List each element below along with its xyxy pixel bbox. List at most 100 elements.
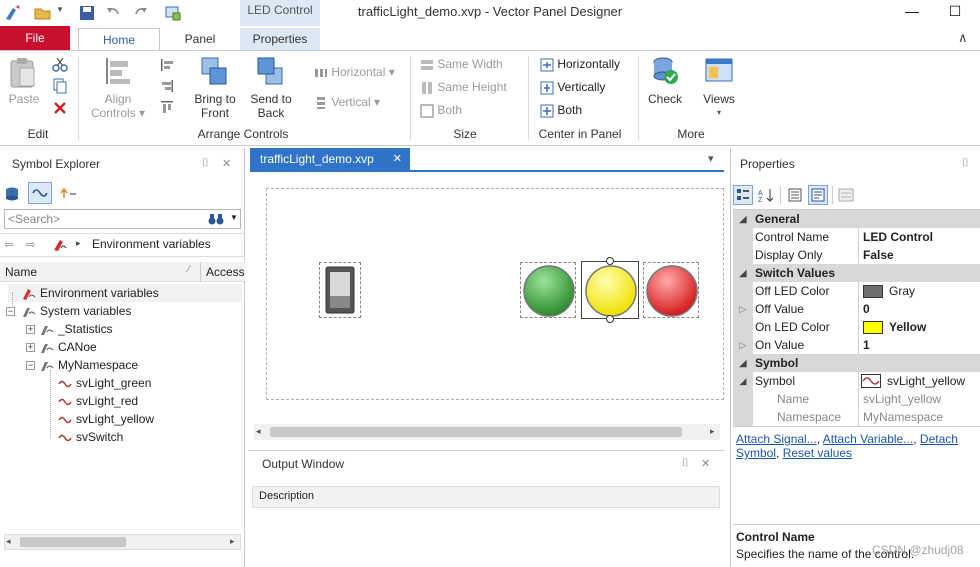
tree-item-canoe[interactable]: CANoe bbox=[40, 338, 97, 356]
database-icon[interactable] bbox=[4, 186, 20, 202]
same-size-both-button[interactable]: Both bbox=[420, 102, 462, 118]
close-panel-button[interactable]: ✕ bbox=[222, 157, 231, 170]
same-width-button[interactable]: Same Width bbox=[420, 56, 503, 72]
tree-item-mynamespace[interactable]: MyNamespace bbox=[40, 356, 138, 374]
expand-row-icon[interactable]: ▷ bbox=[733, 300, 753, 318]
cut-icon[interactable] bbox=[52, 56, 68, 72]
back-icon[interactable]: ⇦ bbox=[4, 238, 13, 251]
led-control-green[interactable] bbox=[520, 262, 576, 318]
binoculars-icon[interactable] bbox=[208, 212, 224, 226]
expand-toggle-icon[interactable]: + bbox=[26, 325, 35, 334]
breadcrumb-item[interactable]: Environment variables bbox=[92, 237, 211, 251]
align-controls-icon[interactable] bbox=[104, 56, 132, 86]
property-row-control-name[interactable]: Control Name LED Control bbox=[733, 228, 980, 246]
tab-panel[interactable]: Panel bbox=[164, 28, 236, 50]
vertical-spacing-button[interactable]: Vertical ▾ bbox=[314, 94, 380, 110]
property-row-display-only[interactable]: Display Only False bbox=[733, 246, 980, 264]
tab-properties[interactable]: Properties bbox=[240, 28, 320, 50]
property-value[interactable]: Gray bbox=[889, 282, 915, 300]
property-value[interactable]: 0 bbox=[863, 300, 870, 318]
views-icon[interactable] bbox=[704, 56, 734, 86]
pin-icon[interactable]: ⌷ bbox=[202, 157, 209, 170]
property-row-off-value[interactable]: ▷ Off Value 0 bbox=[733, 300, 980, 318]
resize-handle-bottom[interactable] bbox=[606, 315, 614, 323]
resize-handle-top[interactable] bbox=[606, 257, 614, 265]
category-switch-values[interactable]: ◢ Switch Values bbox=[733, 264, 980, 282]
center-horizontally-button[interactable]: Horizontally bbox=[540, 56, 620, 72]
expand-row-icon[interactable]: ▷ bbox=[733, 336, 753, 354]
collapse-category-icon[interactable]: ◢ bbox=[733, 264, 753, 282]
document-tab[interactable]: trafficLight_demo.xvp ✕ bbox=[250, 148, 410, 170]
attach-signal-link[interactable]: Attach Signal... bbox=[736, 432, 817, 446]
redo-icon[interactable] bbox=[132, 4, 150, 22]
system-variables-filter-button[interactable] bbox=[28, 182, 52, 204]
tree-item-svlight-red[interactable]: svLight_red bbox=[58, 392, 138, 410]
scroll-thumb[interactable] bbox=[270, 427, 682, 437]
events-icon[interactable] bbox=[838, 188, 854, 202]
property-row-off-led-color[interactable]: Off LED Color Gray bbox=[733, 282, 980, 300]
collapse-toggle-icon[interactable]: − bbox=[26, 361, 35, 370]
search-dropdown-icon[interactable]: ▼ bbox=[230, 213, 238, 222]
center-both-button[interactable]: Both bbox=[540, 102, 582, 118]
property-row-on-value[interactable]: ▷ On Value 1 bbox=[733, 336, 980, 354]
paste-button[interactable] bbox=[8, 56, 38, 88]
tree-item-statistics[interactable]: _Statistics bbox=[40, 320, 113, 338]
properties-view-button[interactable] bbox=[808, 185, 828, 205]
expand-toggle-icon[interactable]: + bbox=[26, 343, 35, 352]
align-controls-button[interactable]: Align Controls ▾ bbox=[86, 92, 150, 120]
scroll-right-icon[interactable]: ▸ bbox=[710, 426, 715, 437]
property-value[interactable]: 1 bbox=[863, 336, 870, 354]
check-icon[interactable] bbox=[650, 56, 680, 86]
alphabetical-sort-icon[interactable]: AZ bbox=[758, 187, 776, 203]
close-panel-button[interactable]: ✕ bbox=[701, 457, 710, 470]
send-to-back-icon[interactable] bbox=[256, 56, 286, 88]
category-general[interactable]: ◢ General bbox=[733, 210, 980, 228]
reset-values-link[interactable]: Reset values bbox=[783, 446, 852, 460]
check-button[interactable]: Check bbox=[642, 92, 688, 106]
maximize-button[interactable]: ☐ bbox=[943, 2, 967, 22]
property-row-on-led-color[interactable]: On LED Color Yellow bbox=[733, 318, 980, 336]
open-folder-icon[interactable] bbox=[34, 4, 52, 22]
categorized-view-button[interactable] bbox=[733, 185, 753, 205]
tree-item-environment-variables[interactable]: Environment variables bbox=[22, 284, 159, 302]
close-tab-button[interactable]: ✕ bbox=[393, 148, 402, 170]
detach-symbol-link[interactable]: Symbol bbox=[736, 446, 776, 460]
collapse-category-icon[interactable]: ◢ bbox=[733, 354, 753, 372]
led-control-red[interactable] bbox=[643, 262, 699, 318]
views-button[interactable]: Views ▾ bbox=[696, 92, 742, 120]
bring-to-front-icon[interactable] bbox=[200, 56, 230, 88]
align-left-icon[interactable] bbox=[160, 58, 174, 72]
property-row-symbol[interactable]: ◢ Symbol svLight_yellow bbox=[733, 372, 980, 390]
filter-arrow-icon[interactable] bbox=[60, 186, 78, 200]
tree-item-svswitch[interactable]: svSwitch bbox=[58, 428, 123, 446]
document-list-dropdown-icon[interactable]: ▾ bbox=[708, 152, 714, 165]
tree-item-svlight-yellow[interactable]: svLight_yellow bbox=[58, 410, 154, 428]
column-access[interactable]: Access bbox=[206, 265, 245, 279]
switch-control[interactable] bbox=[319, 262, 361, 318]
scroll-thumb[interactable] bbox=[20, 537, 126, 547]
same-height-button[interactable]: Same Height bbox=[420, 79, 507, 95]
panel-icon[interactable] bbox=[164, 4, 182, 22]
pin-icon[interactable]: ⌷ bbox=[682, 457, 689, 470]
pin-icon[interactable]: ⌷ bbox=[962, 157, 969, 170]
save-icon[interactable] bbox=[78, 4, 96, 22]
property-value[interactable]: LED Control bbox=[863, 228, 933, 246]
copy-icon[interactable] bbox=[52, 78, 68, 94]
column-name[interactable]: Name bbox=[5, 265, 37, 279]
file-tab[interactable]: File bbox=[0, 26, 70, 50]
horizontal-spacing-button[interactable]: Horizontal ▾ bbox=[314, 64, 395, 80]
collapse-category-icon[interactable]: ◢ bbox=[733, 210, 753, 228]
attach-variable-link[interactable]: Attach Variable... bbox=[823, 432, 914, 446]
property-value[interactable]: False bbox=[863, 246, 894, 264]
scroll-left-icon[interactable]: ◂ bbox=[256, 426, 261, 437]
property-value[interactable]: Yellow bbox=[889, 318, 926, 336]
category-symbol[interactable]: ◢ Symbol bbox=[733, 354, 980, 372]
scroll-left-icon[interactable]: ◂ bbox=[6, 536, 11, 547]
align-right-icon[interactable] bbox=[160, 79, 174, 93]
bring-to-front-button[interactable]: Bring to Front bbox=[186, 92, 244, 120]
undo-icon[interactable] bbox=[104, 4, 122, 22]
tree-item-svlight-green[interactable]: svLight_green bbox=[58, 374, 151, 392]
collapse-toggle-icon[interactable]: − bbox=[6, 307, 15, 316]
detach-link[interactable]: Detach bbox=[920, 432, 958, 446]
send-to-back-button[interactable]: Send to Back bbox=[242, 92, 300, 120]
